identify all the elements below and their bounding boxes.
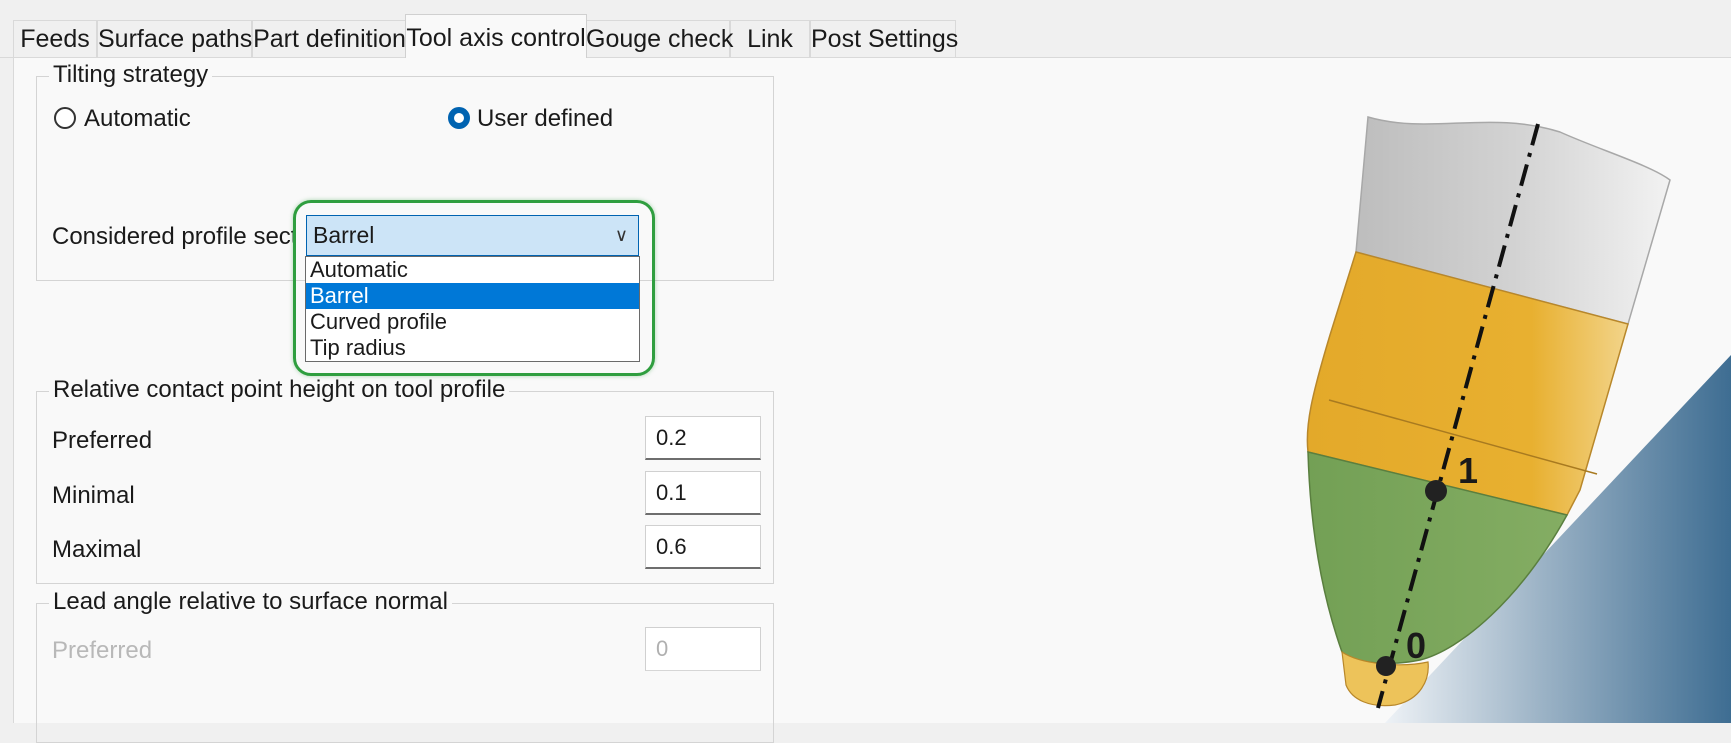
automatic-radio-label[interactable]: Automatic xyxy=(84,105,191,133)
tilting-strategy-title: Tilting strategy xyxy=(49,61,213,89)
tab-post-settings[interactable]: Post Settings xyxy=(810,20,958,57)
minimal-label: Minimal xyxy=(52,482,135,509)
maximal-input[interactable]: 0.6 xyxy=(645,525,761,569)
automatic-radio[interactable] xyxy=(54,107,76,129)
lead-angle-group: Lead angle relative to surface normal xyxy=(36,588,774,743)
tab-tool-axis-control[interactable]: Tool axis control xyxy=(405,14,587,58)
tool-profile-illustration: 1 0 xyxy=(1306,116,1731,723)
user-defined-radio-label[interactable]: User defined xyxy=(477,105,613,133)
user-defined-radio[interactable] xyxy=(448,107,470,129)
profile-section-label: Considered profile section xyxy=(52,223,293,250)
tab-link[interactable]: Link xyxy=(730,20,810,57)
preferred-input[interactable]: 0.2 xyxy=(645,416,761,460)
minimal-input[interactable]: 0.1 xyxy=(645,471,761,515)
contact-point-0 xyxy=(1376,656,1396,676)
tab-bar: Feeds Surface paths Part definition Link… xyxy=(0,0,1731,58)
lead-preferred-input: 0 xyxy=(645,627,761,671)
lead-preferred-label: Preferred xyxy=(52,637,153,664)
dropdown-highlight-frame xyxy=(293,200,655,376)
tab-part-definition[interactable]: Part definition xyxy=(252,20,407,57)
tab-gouge-check[interactable]: Gouge check xyxy=(585,20,733,57)
lead-angle-title: Lead angle relative to surface normal xyxy=(49,588,452,616)
maximal-label: Maximal xyxy=(52,536,142,563)
tab-feeds[interactable]: Feeds xyxy=(13,20,97,57)
point-label-0: 0 xyxy=(1406,625,1426,666)
point-label-1: 1 xyxy=(1458,450,1478,491)
tab-surface-paths[interactable]: Surface paths xyxy=(97,20,252,57)
contact-point-1 xyxy=(1425,480,1447,502)
contact-point-title: Relative contact point height on tool pr… xyxy=(49,376,510,404)
preferred-label: Preferred xyxy=(52,427,153,454)
